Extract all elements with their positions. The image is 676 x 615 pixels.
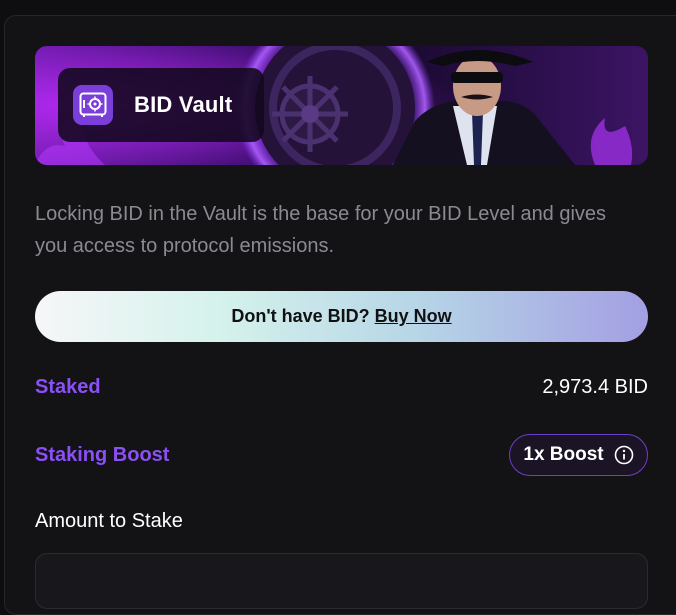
staked-value: 2,973.4 BID [542,376,648,398]
staking-boost-label: Staking Boost [35,444,170,466]
buy-bid-banner[interactable]: Don't have BID? Buy Now [35,291,648,342]
amount-input[interactable] [35,553,648,609]
buy-prompt-text: Don't have BID? [231,306,370,326]
vault-safe-icon [73,85,113,125]
vault-description: Locking BID in the Vault is the base for… [35,203,607,257]
vault-title-badge: BID Vault [58,68,264,142]
staked-label: Staked [35,376,101,398]
info-icon[interactable] [614,445,634,465]
vault-title: BID Vault [134,92,233,117]
buy-now-link[interactable]: Buy Now [375,306,452,327]
boost-badge[interactable]: 1x Boost [509,434,648,476]
amount-to-stake-label: Amount to Stake [35,510,183,532]
boost-value: 1x Boost [523,444,604,465]
